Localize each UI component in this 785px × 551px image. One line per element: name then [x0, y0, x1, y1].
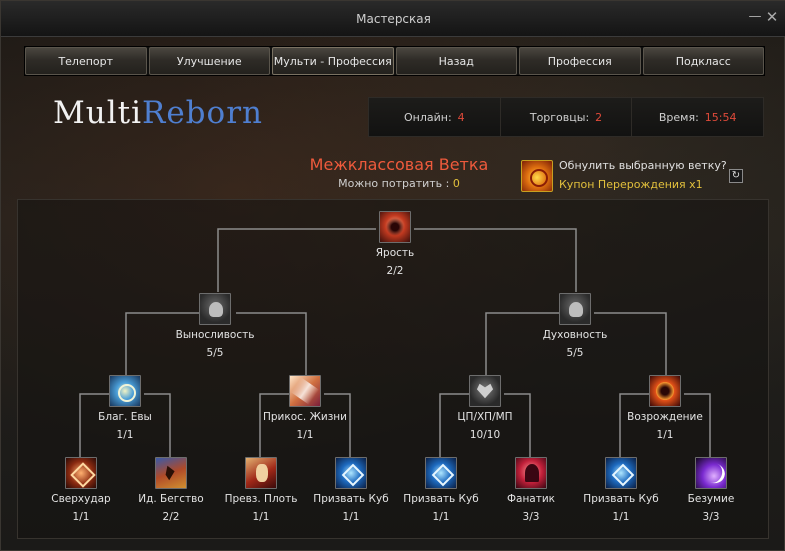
title-bar[interactable]: Мастерская — ✕: [1, 1, 785, 37]
skill-node-madness[interactable]: Безумие 3/3: [651, 457, 771, 524]
server-logo: MultiReborn: [53, 95, 263, 131]
skill-level: 1/1: [296, 429, 314, 441]
skill-level: 10/10: [469, 429, 501, 441]
cp-hp-mp-icon[interactable]: [469, 375, 501, 407]
escape-icon[interactable]: [155, 457, 187, 489]
cube-icon[interactable]: [335, 457, 367, 489]
stat-online: Онлайн: 4: [369, 98, 501, 136]
nav-profession-button[interactable]: Профессия: [519, 47, 641, 75]
skill-name: Прикос. Жизни: [262, 411, 347, 423]
nav-upgrade-button[interactable]: Улучшение: [148, 47, 270, 75]
rage-icon[interactable]: [379, 211, 411, 243]
points-available: Можно потратить : 0: [261, 177, 537, 190]
points-available-value: 0: [452, 177, 460, 190]
skill-node-cp-hp-mp[interactable]: ЦП/ХП/МП 10/10: [425, 375, 545, 442]
skill-level: 2/2: [386, 265, 404, 277]
skill-name: Безумие: [687, 493, 735, 505]
endurance-icon[interactable]: [199, 293, 231, 325]
skill-node-spirit[interactable]: Духовность 5/5: [515, 293, 635, 360]
refresh-icon[interactable]: ↻: [729, 169, 743, 183]
skill-level: 5/5: [566, 347, 584, 359]
stat-traders-value: 2: [595, 110, 603, 124]
skill-node-touch-of-life[interactable]: Прикос. Жизни 1/1: [245, 375, 365, 442]
spirit-icon[interactable]: [559, 293, 591, 325]
skill-name: Духовность: [542, 329, 608, 341]
main-navigation: Телепорт Улучшение Мульти - Профессия На…: [24, 46, 765, 76]
stat-online-label: Онлайн:: [404, 110, 452, 124]
reset-branch-question[interactable]: Обнулить выбранную ветку?: [559, 159, 727, 172]
window-title: Мастерская: [356, 12, 431, 26]
skill-name: Ярость: [375, 247, 415, 259]
minimize-icon[interactable]: —: [748, 10, 762, 24]
skill-level: 5/5: [206, 347, 224, 359]
skill-node-rebirth[interactable]: Возрождение 1/1: [605, 375, 725, 442]
madness-icon[interactable]: [695, 457, 727, 489]
skill-node-rage[interactable]: Ярость 2/2: [335, 211, 455, 278]
critical-strike-icon[interactable]: [65, 457, 97, 489]
stat-time-label: Время:: [658, 110, 699, 124]
cube-icon[interactable]: [425, 457, 457, 489]
rebirth-coupon-label: Купон Перерождения x1: [559, 178, 703, 191]
stat-online-value: 4: [457, 110, 465, 124]
rebirth-icon[interactable]: [649, 375, 681, 407]
fanatic-icon[interactable]: [515, 457, 547, 489]
cube-icon[interactable]: [605, 457, 637, 489]
skill-name: ЦП/ХП/МП: [457, 411, 513, 423]
nav-back-button[interactable]: Назад: [395, 47, 517, 75]
skill-level: 1/1: [656, 429, 674, 441]
skill-name: Благ. Евы: [98, 411, 152, 423]
points-available-label: Можно потратить :: [338, 177, 450, 190]
skill-name: Возрождение: [627, 411, 703, 423]
nav-multi-profession-button[interactable]: Мульти - Профессия: [272, 47, 394, 75]
branch-title: Межклассовая Ветка: [309, 155, 489, 174]
skill-node-endurance[interactable]: Выносливость 5/5: [155, 293, 275, 360]
stat-time-value: 15:54: [704, 110, 737, 124]
stat-traders: Торговцы: 2: [500, 98, 633, 136]
eva-blessing-icon[interactable]: [109, 375, 141, 407]
nav-teleport-button[interactable]: Телепорт: [25, 47, 147, 75]
logo-part-1: Multi: [53, 95, 142, 131]
rebirth-coupon-icon[interactable]: [521, 160, 553, 192]
close-icon[interactable]: ✕: [765, 10, 779, 25]
skill-level: 3/3: [702, 511, 720, 523]
skill-node-eva-blessing[interactable]: Благ. Евы 1/1: [65, 375, 185, 442]
workshop-window: Мастерская — ✕ Телепорт Улучшение Мульти…: [0, 0, 785, 551]
skill-level: 1/1: [116, 429, 134, 441]
nav-subclass-button[interactable]: Подкласс: [642, 47, 764, 75]
skill-name: Выносливость: [175, 329, 255, 341]
server-stats: Онлайн: 4 Торговцы: 2 Время: 15:54: [368, 97, 764, 137]
flesh-icon[interactable]: [245, 457, 277, 489]
stat-traders-label: Торговцы:: [529, 110, 590, 124]
logo-part-2: Reborn: [142, 95, 263, 131]
touch-of-life-icon[interactable]: [289, 375, 321, 407]
stat-time: Время: 15:54: [632, 98, 764, 136]
